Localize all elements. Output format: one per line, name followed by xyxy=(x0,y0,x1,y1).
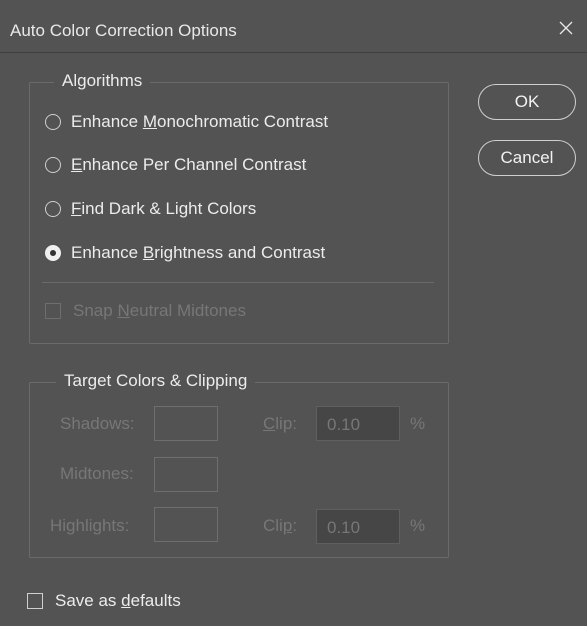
radio-indicator[interactable] xyxy=(45,201,61,217)
midtones-color-swatch[interactable] xyxy=(154,457,218,492)
dialog-title: Auto Color Correction Options xyxy=(10,21,237,40)
highlights-clip-input[interactable]: 0.10 xyxy=(316,509,400,544)
percent-label: % xyxy=(410,414,426,433)
snap-label: Snap Neutral Midtones xyxy=(73,301,246,320)
option-label: Enhance Brightness and Contrast xyxy=(71,243,326,262)
shadows-label: Shadows: xyxy=(60,414,135,433)
dialog-body: Algorithms Enhance Monochromatic Contras… xyxy=(0,53,587,626)
target-colors-legend: Target Colors & Clipping xyxy=(56,371,256,391)
shadows-color-swatch[interactable] xyxy=(154,406,218,441)
radio-per-channel-contrast[interactable]: Enhance Per Channel Contrast xyxy=(45,153,306,177)
option-label: Find Dark & Light Colors xyxy=(71,199,257,218)
option-label: Enhance Per Channel Contrast xyxy=(71,155,307,174)
cancel-button[interactable]: Cancel xyxy=(478,140,576,176)
close-icon[interactable] xyxy=(555,17,577,39)
radio-find-dark-light-colors[interactable]: Find Dark & Light Colors xyxy=(45,197,256,221)
radio-brightness-contrast[interactable]: Enhance Brightness and Contrast xyxy=(45,241,325,265)
radio-indicator[interactable] xyxy=(45,114,61,130)
option-label: Enhance Monochromatic Contrast xyxy=(71,112,329,131)
radio-indicator-selected[interactable] xyxy=(45,245,61,261)
clip-label-bottom: Clip: xyxy=(263,516,298,535)
highlights-label: Highlights: xyxy=(50,516,130,535)
percent-label: % xyxy=(410,516,426,535)
clip-label-top: Clip: xyxy=(263,414,298,433)
title-bar: Auto Color Correction Options xyxy=(0,0,587,53)
save-defaults-label: Save as defaults xyxy=(55,591,181,610)
ok-button[interactable]: OK xyxy=(478,84,576,120)
algorithms-legend: Algorithms xyxy=(54,71,151,91)
midtones-label: Midtones: xyxy=(60,464,134,483)
radio-indicator[interactable] xyxy=(45,157,61,173)
divider xyxy=(42,282,434,283)
checkbox-box[interactable] xyxy=(45,303,61,319)
radio-monochromatic-contrast[interactable]: Enhance Monochromatic Contrast xyxy=(45,110,328,134)
save-as-defaults-checkbox[interactable]: Save as defaults xyxy=(27,591,181,611)
checkbox-box[interactable] xyxy=(27,593,43,609)
shadows-clip-input[interactable]: 0.10 xyxy=(316,406,400,441)
highlights-color-swatch[interactable] xyxy=(154,507,218,542)
snap-neutral-midtones-checkbox[interactable]: Snap Neutral Midtones xyxy=(45,301,246,321)
